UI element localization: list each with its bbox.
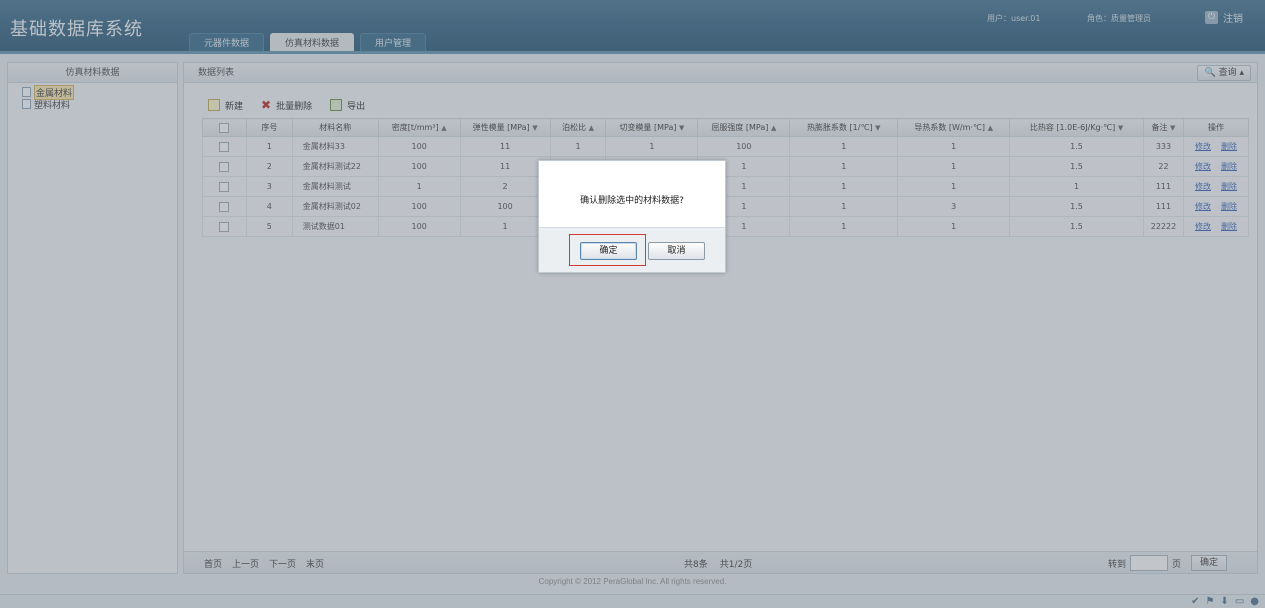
confirm-delete-dialog: 确认删除选中的材料数据? 确定 取消 (538, 160, 726, 273)
dialog-message: 确认删除选中的材料数据? (580, 196, 684, 206)
modal-overlay (0, 0, 1265, 608)
dialog-ok-button[interactable]: 确定 (580, 242, 637, 260)
dialog-cancel-button[interactable]: 取消 (648, 242, 705, 260)
